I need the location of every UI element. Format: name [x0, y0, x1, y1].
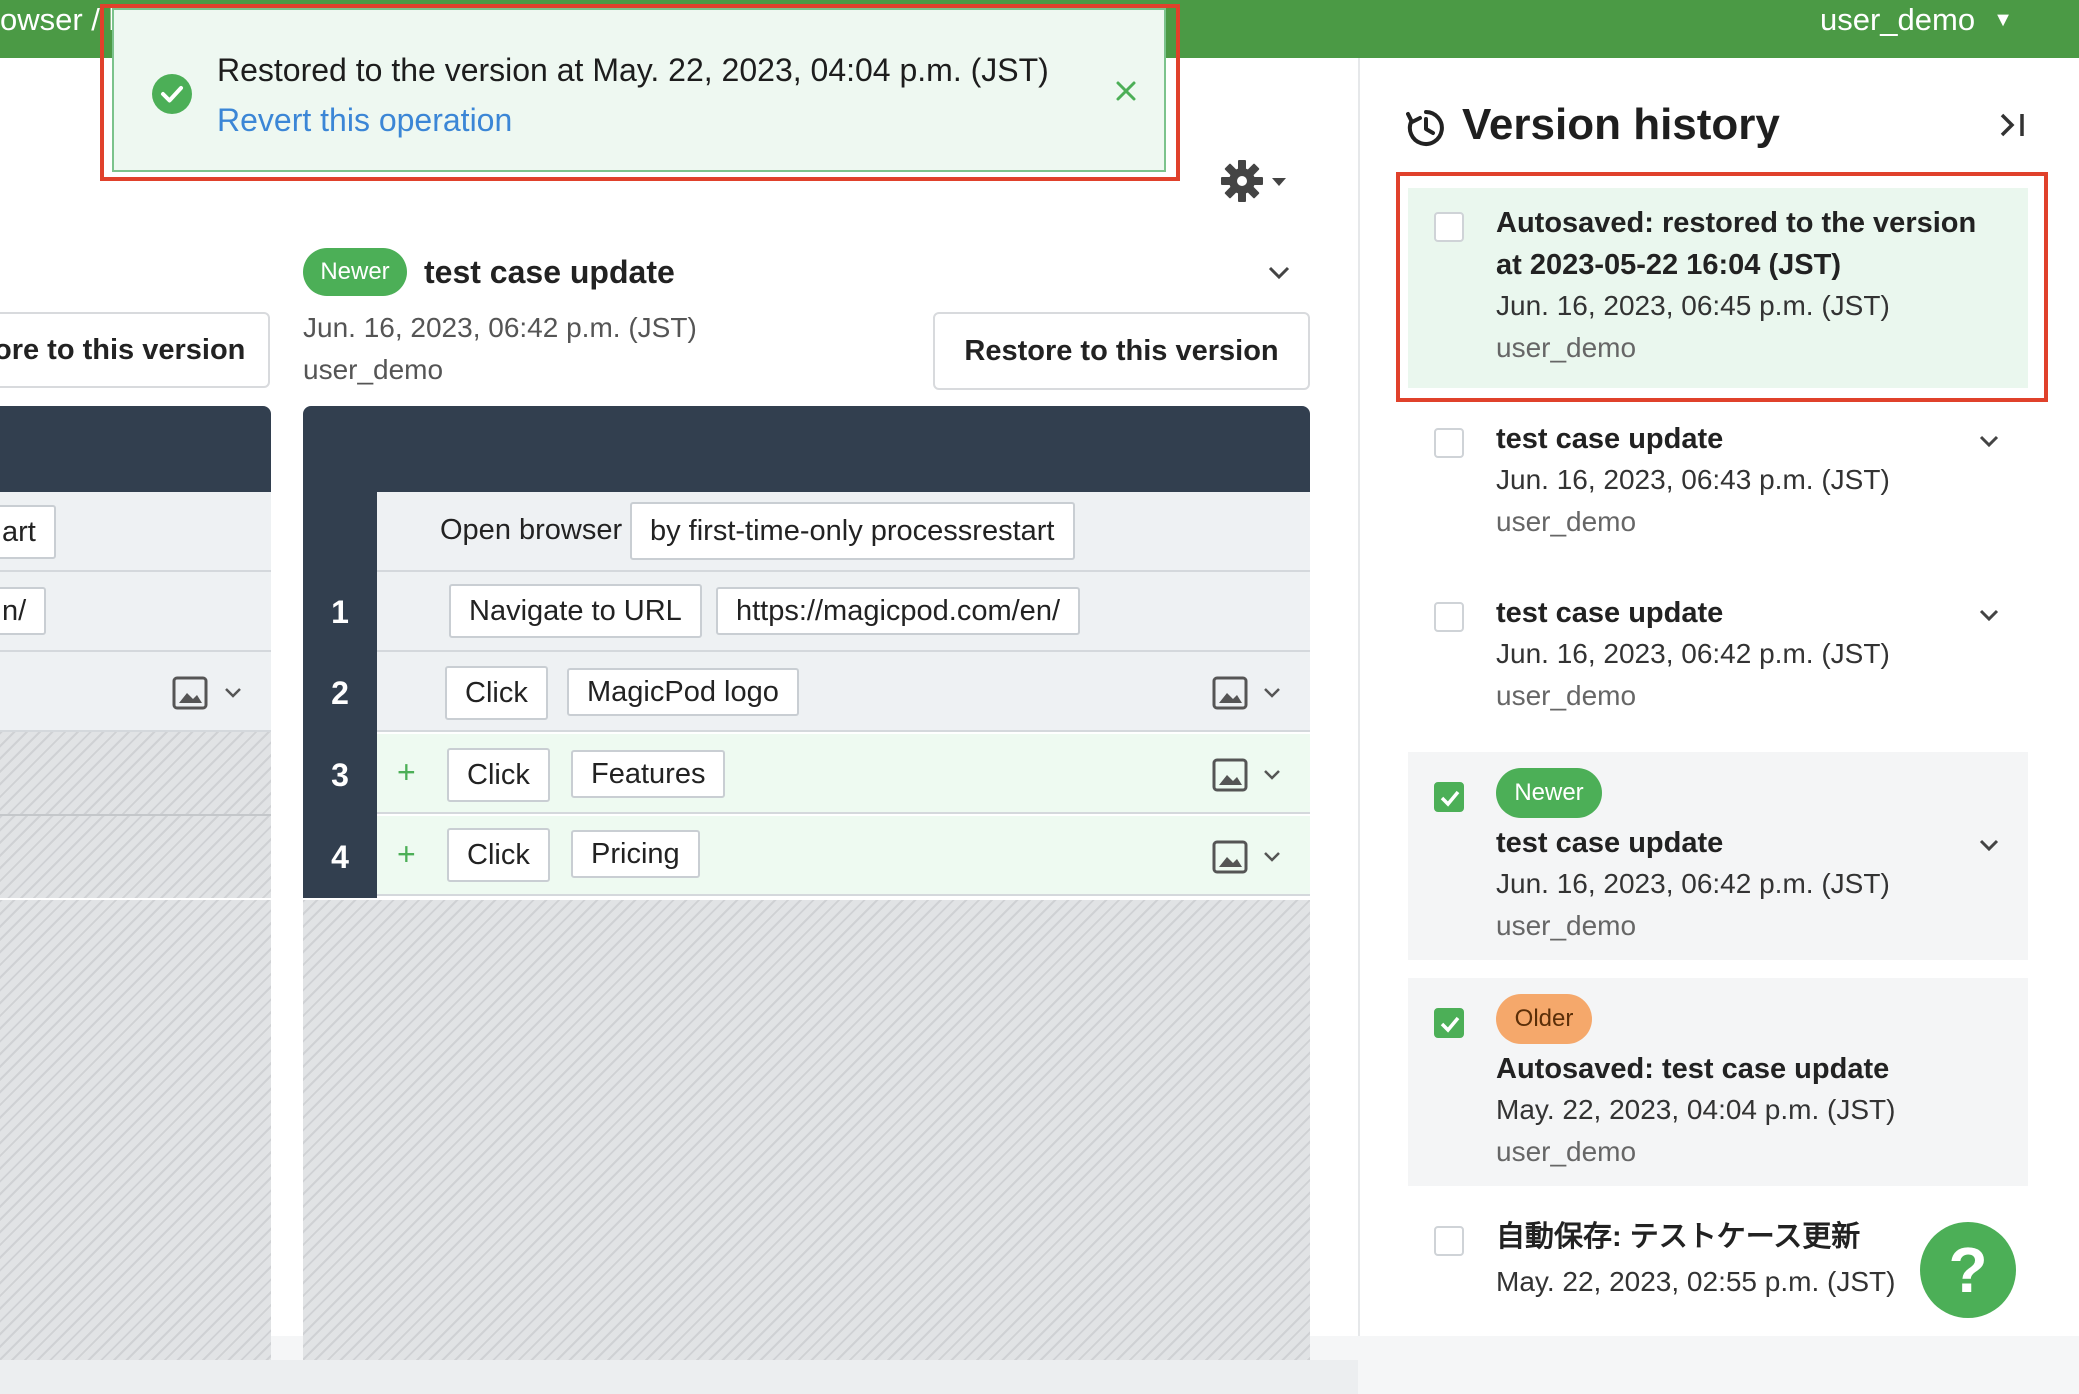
step-number: 2 — [303, 652, 377, 734]
step-row: 1 Navigate to URL https://magicpod.com/e… — [303, 572, 1310, 652]
history-clock-icon — [1406, 110, 1444, 146]
version-user: user_demo — [1496, 910, 1637, 941]
version-user: user_demo — [1496, 1136, 1637, 1167]
version-date: May. 22, 2023, 04:04 p.m. (JST) — [1496, 1094, 1896, 1125]
image-icon[interactable] — [172, 676, 208, 710]
bottom-strip — [0, 1360, 1358, 1394]
step-row-added: 3 + Click Features — [303, 734, 1310, 816]
check-icon — [1440, 1016, 1460, 1033]
newer-badge: Newer — [1496, 768, 1602, 818]
step-row-added: 4 + Click Pricing — [303, 816, 1310, 898]
right-steps-column: Open browser by first-time-only processr… — [303, 406, 1310, 1360]
version-checkbox[interactable] — [1434, 602, 1464, 632]
left-step-row: art — [0, 492, 271, 572]
step-command: Click — [447, 748, 550, 802]
chevron-down-icon[interactable] — [1261, 686, 1283, 700]
step-argument: https://magicpod.com/en/ — [716, 587, 1080, 635]
step-row: 2 Click MagicPod logo — [303, 652, 1310, 734]
chevron-down-icon[interactable] — [222, 686, 244, 700]
step-number-empty — [303, 492, 377, 572]
step-number: 1 — [303, 572, 377, 652]
chevron-down-icon[interactable] — [1261, 768, 1283, 782]
version-history-title: Version history — [1462, 100, 1780, 149]
user-name: user_demo — [1820, 2, 1976, 37]
left-step-row: n/ — [0, 572, 271, 652]
collapse-panel-icon[interactable] — [1996, 108, 2030, 142]
step-number: 4 — [303, 816, 377, 898]
step-command: Open browser — [440, 514, 623, 546]
right-hatched-area — [303, 900, 1310, 1360]
version-item[interactable]: test case update Jun. 16, 2023, 06:43 p.… — [1408, 414, 2028, 564]
version-checkbox[interactable] — [1434, 1226, 1464, 1256]
step-command: Click — [447, 828, 550, 882]
version-checkbox-checked[interactable] — [1434, 782, 1464, 812]
version-date: Jun. 16, 2023, 06:43 p.m. (JST) — [1496, 464, 1890, 495]
chevron-down-icon[interactable] — [1261, 850, 1283, 864]
left-step-arg: n/ — [0, 587, 47, 635]
version-history-panel: Version history Autosaved: restored to t… — [1358, 58, 2079, 1336]
added-plus-icon: + — [397, 754, 416, 790]
step-number: 3 — [303, 734, 377, 816]
older-badge: Older — [1496, 994, 1592, 1044]
help-button[interactable]: ? — [1920, 1222, 2016, 1318]
left-hatched-row — [0, 732, 271, 816]
right-version-user: user_demo — [303, 354, 444, 385]
compare-area: ore to this version Newer test case upda… — [0, 58, 1358, 1394]
added-plus-icon: + — [397, 836, 416, 872]
image-icon[interactable] — [1212, 676, 1248, 710]
right-steps-header — [303, 406, 1310, 492]
restore-to-this-version-button[interactable]: Restore to this version — [933, 312, 1310, 390]
left-step-row — [0, 652, 271, 732]
left-hatched-area — [0, 900, 271, 1360]
user-menu[interactable]: user_demo ▼ — [1820, 2, 2013, 38]
version-title: test case update — [1496, 597, 1724, 629]
left-steps-column: art n/ — [0, 406, 271, 1360]
toast-highlight-frame — [100, 4, 1180, 181]
right-version-title: test case update — [424, 254, 675, 290]
version-checkbox[interactable] — [1434, 428, 1464, 458]
left-hatched-row — [0, 816, 271, 898]
chevron-down-icon[interactable] — [1978, 608, 2000, 622]
version-title: 自動保存: テストケース更新 — [1496, 1221, 1861, 1253]
settings-menu[interactable] — [1220, 158, 1292, 204]
chevron-down-icon[interactable] — [1978, 434, 2000, 448]
version-checkbox-checked[interactable] — [1434, 1008, 1464, 1038]
step-argument: Pricing — [571, 830, 700, 878]
version-item-newer[interactable]: Newer test case update Jun. 16, 2023, 06… — [1408, 752, 2028, 960]
step-argument: by first-time-only processrestart — [630, 502, 1075, 560]
image-icon[interactable] — [1212, 758, 1248, 792]
version-title: test case update — [1496, 423, 1724, 455]
version-date: May. 22, 2023, 02:55 p.m. (JST) — [1496, 1266, 1896, 1297]
version-user: user_demo — [1496, 680, 1637, 711]
right-version-date: Jun. 16, 2023, 06:42 p.m. (JST) — [303, 312, 697, 343]
left-step-arg: art — [0, 505, 56, 559]
chevron-down-icon[interactable] — [1268, 266, 1290, 280]
step-argument: MagicPod logo — [567, 668, 799, 716]
image-icon[interactable] — [1212, 840, 1248, 874]
version-item[interactable]: test case update Jun. 16, 2023, 06:42 p.… — [1408, 588, 2028, 738]
version-title: test case update — [1496, 827, 1724, 859]
version-title: Autosaved: test case update — [1496, 1053, 1890, 1085]
version-user: user_demo — [1496, 506, 1637, 537]
left-steps-header — [0, 406, 271, 492]
step-command: Navigate to URL — [449, 584, 702, 638]
version-date: Jun. 16, 2023, 06:42 p.m. (JST) — [1496, 638, 1890, 669]
step-row-header: Open browser by first-time-only processr… — [303, 492, 1310, 572]
newer-badge: Newer — [303, 248, 407, 296]
gear-icon — [1221, 160, 1286, 202]
version-item-older[interactable]: Older Autosaved: test case update May. 2… — [1408, 978, 2028, 1186]
step-argument: Features — [571, 750, 726, 798]
check-icon — [1440, 790, 1460, 807]
left-restore-button[interactable]: ore to this version — [0, 312, 270, 388]
current-version-highlight-frame — [1396, 172, 2048, 402]
version-date: Jun. 16, 2023, 06:42 p.m. (JST) — [1496, 868, 1890, 899]
step-command: Click — [445, 666, 548, 720]
chevron-down-icon[interactable] — [1978, 838, 2000, 852]
caret-down-icon: ▼ — [1993, 9, 2013, 31]
